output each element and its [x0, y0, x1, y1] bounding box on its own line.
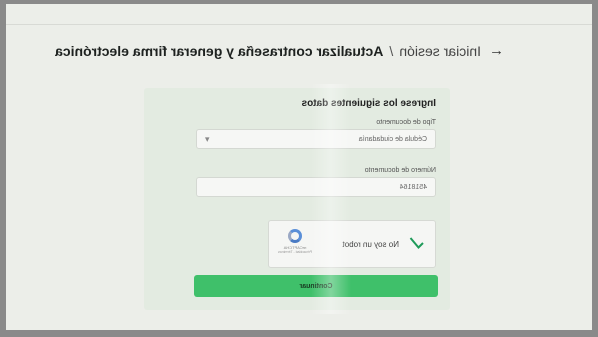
doc-type-label: Tipo de documento [376, 119, 436, 126]
chevron-down-icon: ▾ [205, 133, 210, 144]
captcha-label: No soy un robot [342, 240, 399, 249]
form-title: Ingrese los siguientes datos [301, 98, 436, 109]
doc-number-label: Número de documento [364, 167, 436, 174]
recaptcha-logo-icon [288, 229, 302, 243]
mirrored-view: ← Iniciar sesión / Actualizar contraseña… [6, 4, 592, 330]
breadcrumb-separator: / [389, 42, 394, 59]
continue-button[interactable]: Continuar [194, 275, 438, 297]
form-card: Ingrese los siguientes datos Tipo de doc… [144, 88, 450, 310]
recaptcha-links[interactable]: Privacidad - Términos [277, 250, 313, 254]
arrow-left-icon[interactable]: ← [489, 42, 504, 59]
breadcrumb: ← Iniciar sesión / Actualizar contraseña… [55, 42, 504, 59]
recaptcha-widget: No soy un robot reCAPTCHA Privacidad - T… [268, 220, 436, 268]
checkmark-icon[interactable] [409, 235, 425, 251]
recaptcha-logo: reCAPTCHA Privacidad - Términos [277, 229, 313, 254]
doc-type-select[interactable]: Cédula de ciudadanía ▾ [196, 129, 436, 149]
monitor-screen: ← Iniciar sesión / Actualizar contraseña… [6, 4, 592, 330]
doc-number-input[interactable]: 4518164 [196, 177, 436, 197]
doc-number-value: 4518164 [399, 183, 427, 191]
doc-type-value: Cédula de ciudadanía [358, 135, 427, 143]
breadcrumb-link-login[interactable]: Iniciar sesión [399, 43, 481, 59]
breadcrumb-current: Actualizar contraseña y generar firma el… [55, 42, 384, 59]
